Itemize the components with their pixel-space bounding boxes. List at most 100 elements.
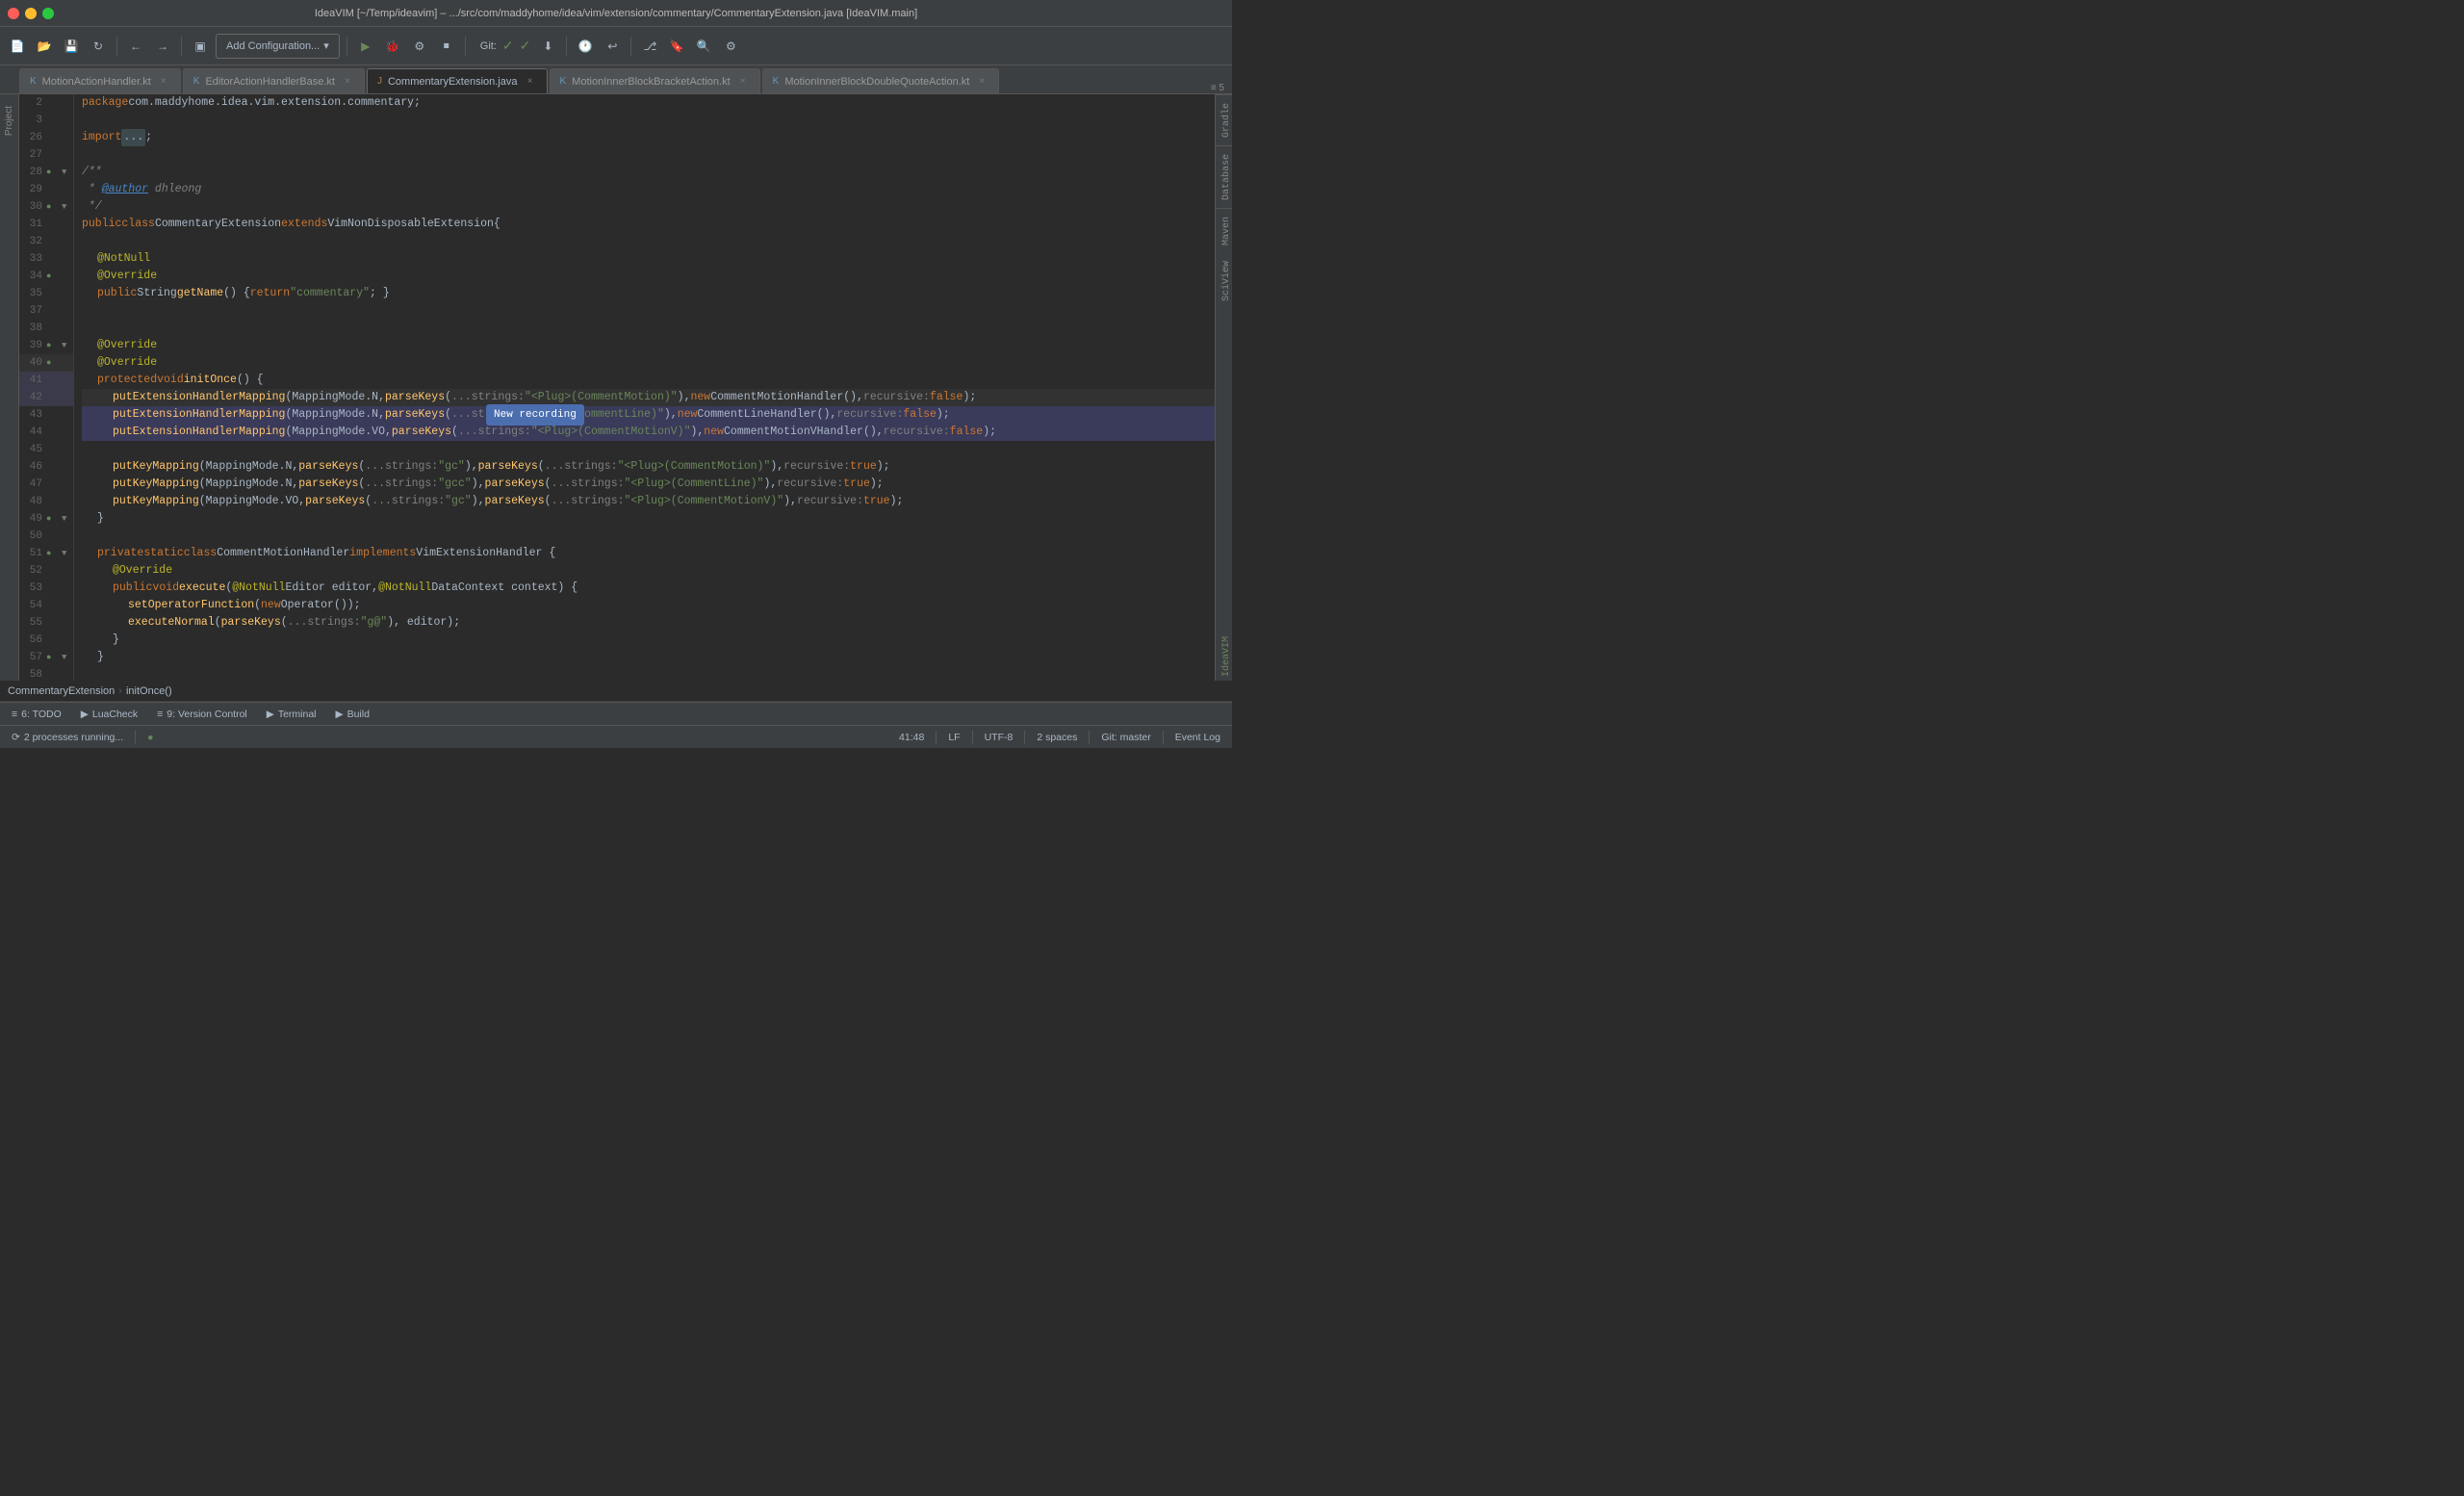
status-processes[interactable]: ⟳ 2 processes running... (8, 726, 127, 748)
run-button[interactable]: ▶ (354, 33, 377, 60)
separator2 (181, 37, 182, 56)
tab-close2-icon[interactable]: × (341, 75, 354, 89)
git-update-button[interactable]: ⬇ (536, 33, 559, 60)
tab-close3-icon[interactable]: × (524, 75, 537, 89)
maven-panel[interactable]: Maven (1216, 208, 1232, 253)
run-recent-button[interactable]: ▣ (189, 33, 212, 60)
bottom-tab-todo[interactable]: ≡ 6: TODO (8, 703, 65, 725)
code-line-31 (82, 233, 1215, 250)
tabs-bar: K MotionActionHandler.kt × K EditorActio… (0, 65, 1232, 94)
breadcrumb-class[interactable]: CommentaryExtension (8, 685, 115, 697)
bottom-tab-terminal[interactable]: ▶ Terminal (263, 703, 321, 725)
encoding-text: UTF-8 (985, 732, 1014, 743)
code-line-48 (82, 528, 1215, 545)
java-icon: J (377, 76, 382, 87)
status-position[interactable]: 41:48 (895, 732, 928, 743)
rollback-button[interactable]: ↩ (601, 33, 624, 60)
tab-label3: CommentaryExtension.java (388, 76, 518, 88)
tab-editor-action-handler[interactable]: K EditorActionHandlerBase.kt × (183, 68, 365, 93)
add-config-label: Add Configuration... (226, 40, 320, 52)
new-file-button[interactable]: 📄 (6, 33, 29, 60)
close-button[interactable] (8, 8, 19, 19)
status-indent[interactable]: 2 spaces (1033, 732, 1081, 743)
right-panels: Gradle Database Maven SciView IdeaVIM (1215, 94, 1232, 681)
code-line-49: private static class CommentMotionHandle… (82, 545, 1215, 562)
luacheck-icon: ▶ (81, 709, 89, 720)
bookmark-button[interactable]: 🔖 (665, 33, 688, 60)
tab-motion-inner-block-doublequote[interactable]: K MotionInnerBlockDoubleQuoteAction.kt × (762, 68, 1000, 93)
status-git-branch[interactable]: Git: master (1097, 732, 1154, 743)
processes-text: 2 processes running... (24, 732, 123, 743)
status-sep4 (1024, 731, 1025, 744)
save-button[interactable]: 💾 (60, 33, 83, 60)
git-section: Git: ✓ ✓ ⬇ (480, 33, 560, 60)
tab-close-icon[interactable]: × (157, 75, 170, 89)
code-line-3 (82, 112, 1215, 129)
git-check-icon[interactable]: ✓ (502, 38, 514, 54)
code-line-51: public void execute(@NotNull Editor edit… (82, 580, 1215, 597)
project-icon[interactable]: Project (4, 106, 14, 136)
bottom-tab-version-control[interactable]: ≡ 9: Version Control (153, 703, 251, 725)
code-line-44: putKeyMapping(MappingMode.N, parseKeys( … (82, 458, 1215, 476)
open-file-button[interactable]: 📂 (33, 33, 56, 60)
vc-label: 9: Version Control (167, 709, 246, 720)
status-event-log[interactable]: Event Log (1171, 732, 1224, 743)
breadcrumb-separator: › (118, 685, 122, 697)
minimize-button[interactable] (25, 8, 37, 19)
tab-commentary-extension[interactable]: J CommentaryExtension.java × (367, 68, 548, 93)
editor: 2 3 26 27 28●▼ 29 30●▼ 31 32 33 34● 35 3… (19, 94, 1232, 681)
stop-button[interactable]: ⏹ (435, 33, 458, 60)
code-line-56 (82, 666, 1215, 681)
code-line-55: } (82, 649, 1215, 666)
code-line-47: } (82, 510, 1215, 528)
code-area[interactable]: package com.maddyhome.idea.vim.extension… (74, 94, 1215, 681)
forward-button[interactable]: → (151, 33, 174, 60)
debug-button[interactable]: 🐞 (381, 33, 404, 60)
kt-icon: K (30, 76, 37, 87)
maximize-button[interactable] (42, 8, 54, 19)
titlebar: IdeaVIM [~/Temp/ideavim] – .../src/com/m… (0, 0, 1232, 27)
code-line-26: import ...; (82, 129, 1215, 146)
todo-icon: ≡ (12, 709, 17, 720)
tab-label4: MotionInnerBlockBracketAction.kt (572, 76, 730, 88)
back-button[interactable]: ← (124, 33, 147, 60)
run-coverage-button[interactable]: ⚙ (408, 33, 431, 60)
git-tools-button[interactable]: ⎇ (638, 33, 661, 60)
status-sep6 (1163, 731, 1164, 744)
breadcrumb-method[interactable]: initOnce() (126, 685, 172, 697)
ideavim-indicator[interactable]: IdeaVIM (1216, 632, 1232, 681)
separator6 (630, 37, 631, 56)
status-lf[interactable]: LF (944, 732, 963, 743)
code-line-42: putExtensionHandlerMapping(MappingMode.V… (82, 424, 1215, 441)
spinner-icon: ⟳ (12, 732, 20, 743)
tabs-count[interactable]: ≡ 5 (1211, 83, 1232, 93)
separator4 (465, 37, 466, 56)
search-button[interactable]: 🔍 (692, 33, 715, 60)
sciview-panel[interactable]: SciView (1216, 253, 1232, 309)
bottom-tab-luacheck[interactable]: ▶ LuaCheck (77, 703, 141, 725)
git-check2-icon[interactable]: ✓ (520, 38, 531, 54)
main-layout: Project 2 3 26 27 28●▼ 29 30●▼ 31 32 33 … (0, 94, 1232, 681)
settings-button[interactable]: ⚙ (719, 33, 742, 60)
tab-motion-inner-block-bracket[interactable]: K MotionInnerBlockBracketAction.kt × (550, 68, 760, 93)
bottom-tab-build[interactable]: ▶ Build (332, 703, 373, 725)
history-button[interactable]: 🕐 (574, 33, 597, 60)
terminal-label: Terminal (278, 709, 317, 720)
statusbar: ⟳ 2 processes running... ● 41:48 LF UTF-… (0, 725, 1232, 748)
tab-close4-icon[interactable]: × (736, 75, 750, 89)
tab-close5-icon[interactable]: × (975, 75, 988, 89)
tab-motion-action-handler[interactable]: K MotionActionHandler.kt × (19, 68, 181, 93)
bottombar: ≡ 6: TODO ▶ LuaCheck ≡ 9: Version Contro… (0, 702, 1232, 725)
event-log-text: Event Log (1175, 732, 1220, 743)
code-line-32: @NotNull (82, 250, 1215, 268)
status-vim[interactable]: ● (143, 726, 157, 748)
code-line-52: setOperatorFunction(new Operator()); (82, 597, 1215, 614)
gradle-panel[interactable]: Gradle (1216, 94, 1232, 145)
code-line-33: @Override (82, 268, 1215, 285)
add-configuration-button[interactable]: Add Configuration... ▾ (216, 34, 340, 59)
refresh-button[interactable]: ↻ (87, 33, 110, 60)
separator (116, 37, 117, 56)
database-panel[interactable]: Database (1216, 145, 1232, 208)
status-encoding[interactable]: UTF-8 (981, 732, 1017, 743)
code-line-35 (82, 302, 1215, 320)
